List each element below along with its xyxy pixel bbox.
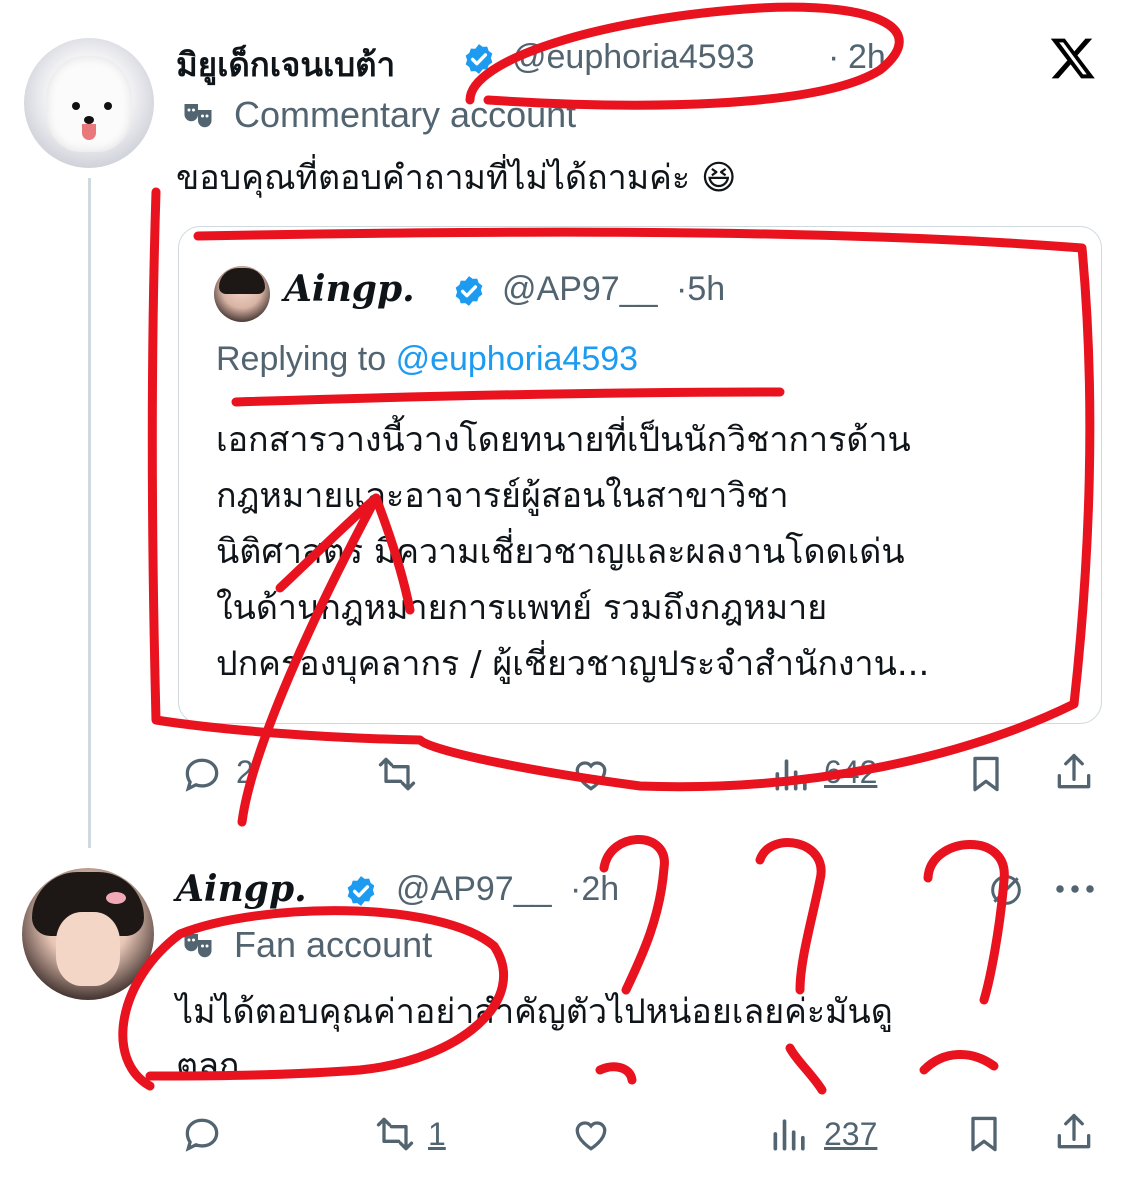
annotation-question-3: [923, 840, 1009, 1005]
share-icon[interactable]: [1052, 1110, 1096, 1154]
views-icon[interactable]: [768, 1112, 812, 1156]
emoji: 😆: [700, 158, 737, 198]
reply-icon[interactable]: [180, 752, 224, 796]
bookmark-icon[interactable]: [964, 752, 1008, 796]
view-count[interactable]: 237: [824, 1116, 877, 1153]
retweet-icon[interactable]: [372, 1112, 418, 1156]
display-name[interactable]: มิยูเด็กเจนเบต้า: [176, 38, 395, 91]
tweet-text: ขอบคุณที่ตอบคำถามที่ไม่ได้ถามค่ะ 😆: [176, 150, 736, 206]
quoted-timestamp[interactable]: ·5h: [676, 270, 725, 309]
quoted-line-3: นิติศาสตร์ มีความเชี่ยวชาญและผลงานโดดเด่…: [216, 532, 905, 572]
verified-badge-icon: [465, 44, 493, 74]
account-label: Commentary account: [234, 94, 577, 135]
quoted-line-4: ในด้านกฎหมายการแพทย์ รวมถึงกฎหมาย: [216, 588, 828, 628]
hair: [219, 268, 265, 294]
reply-count: 2: [236, 754, 254, 790]
avatar-aingp[interactable]: [22, 868, 154, 1000]
display-name[interactable]: 𝑨𝒊𝒏𝒈𝒑.: [176, 868, 307, 910]
annotation-question-1: [599, 835, 669, 995]
x-logo-icon[interactable]: [1048, 34, 1098, 82]
annotation-question-1-dot: [595, 1062, 637, 1085]
annotation-question-2: [755, 838, 826, 995]
avatar-euphoria[interactable]: [24, 38, 154, 168]
retweet-count[interactable]: 1: [428, 1116, 446, 1153]
tweet-text-line-1: ไม่ได้ตอบคุณค่าอย่าสำคัญตัวไปหน่อยเลยค่ะ…: [176, 992, 893, 1032]
thread-line: [88, 178, 91, 848]
face: [56, 912, 120, 986]
dog-eye: [104, 102, 112, 110]
dog-eye: [72, 102, 80, 110]
masks-icon: [184, 104, 212, 128]
account-label: Fan account: [234, 924, 433, 965]
views-icon[interactable]: [770, 752, 814, 796]
quoted-line-5: ปกครองบุคลากร / ผู้เชี่ยวชาญประจำสำนักงา…: [216, 644, 930, 684]
like-icon[interactable]: [568, 752, 614, 796]
like-icon[interactable]: [568, 1112, 614, 1156]
verified-badge-icon: [455, 276, 483, 306]
bookmark-icon[interactable]: [962, 1112, 1006, 1156]
time-separator: ·: [828, 38, 840, 76]
more-icon[interactable]: [1052, 874, 1098, 904]
grok-icon[interactable]: [986, 870, 1026, 910]
replying-to: Replying to @euphoria4593: [216, 340, 638, 379]
dog-tongue: [82, 124, 96, 140]
dog-nose: [84, 116, 94, 124]
verified-badge-icon: [347, 876, 375, 906]
quoted-line-1: เอกสารวางนี้วางโดยทนายที่เป็นนักวิชาการด…: [216, 420, 911, 460]
replying-prefix: Replying to: [216, 340, 387, 378]
quoted-display-name[interactable]: 𝑨𝒊𝒏𝒈𝒑.: [284, 268, 415, 310]
quoted-avatar[interactable]: [214, 266, 270, 322]
timestamp[interactable]: 2h: [848, 38, 886, 77]
handle[interactable]: @AP97__: [396, 870, 552, 909]
annotation-question-3-dot: [919, 1050, 999, 1075]
hair-bow: [106, 892, 126, 904]
share-icon[interactable]: [1052, 750, 1096, 794]
reply-icon[interactable]: [180, 1112, 224, 1156]
handle[interactable]: @euphoria4593: [512, 38, 754, 77]
annotation-question-2-dot: [785, 1043, 827, 1095]
masks-icon: [184, 934, 212, 958]
replying-handle-link[interactable]: @euphoria4593: [396, 340, 638, 378]
timestamp[interactable]: ·2h: [570, 870, 619, 909]
tweet-text-line-2: ตลก: [176, 1046, 240, 1086]
view-count[interactable]: 642: [824, 754, 877, 791]
tweet-text-content: ขอบคุณที่ตอบคำถามที่ไม่ได้ถามค่ะ: [176, 158, 691, 198]
retweet-icon[interactable]: [374, 752, 420, 796]
quoted-line-2: กฎหมายและอาจารย์ผู้สอนในสาขาวิชา: [216, 476, 789, 516]
quoted-handle[interactable]: @AP97__: [502, 270, 658, 309]
